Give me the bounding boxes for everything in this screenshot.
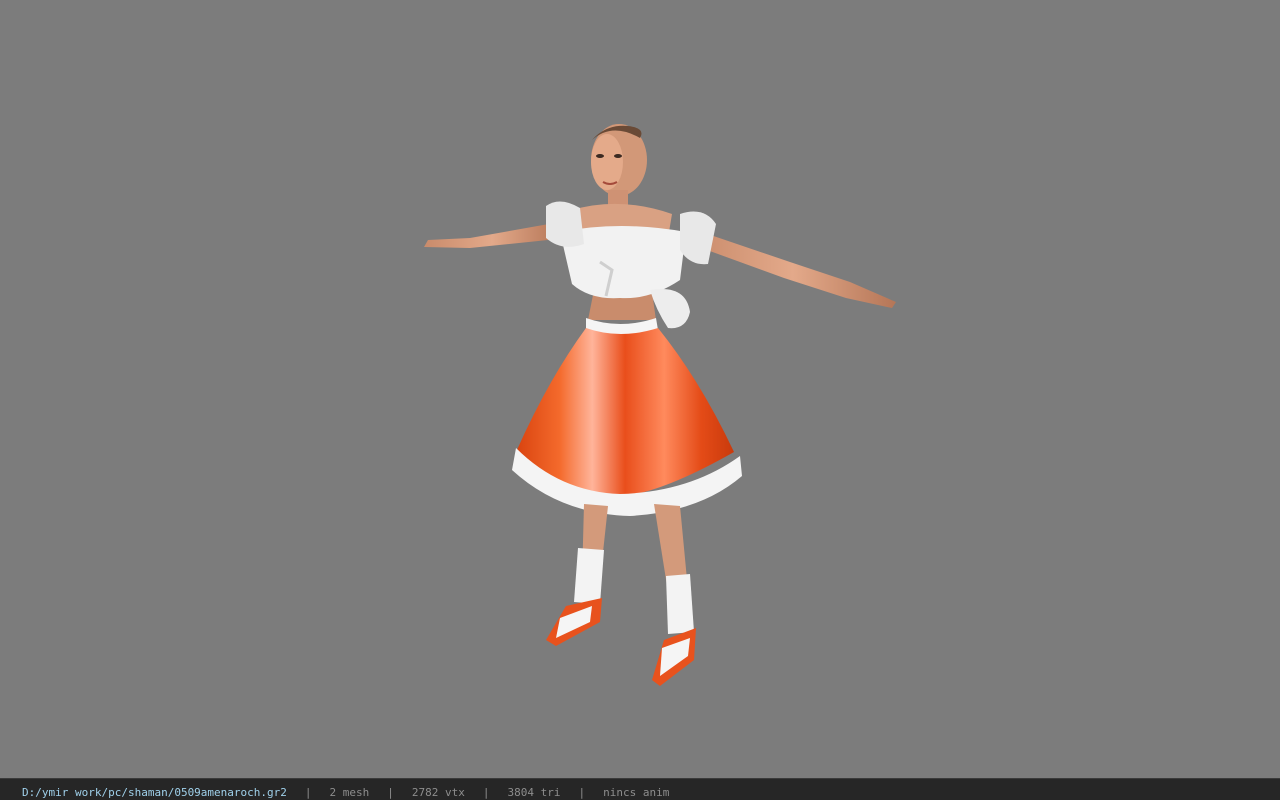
status-separator: | xyxy=(578,786,586,799)
model-head xyxy=(591,124,647,212)
status-file-path: D:/ymir work/pc/shaman/0509amenaroch.gr2 xyxy=(22,786,287,799)
status-vertex-count: 2782 vtx xyxy=(411,786,465,799)
status-anim: nincs anim xyxy=(603,786,670,799)
status-mesh-count: 2 mesh xyxy=(329,786,370,799)
status-separator: | xyxy=(482,786,490,799)
status-separator: | xyxy=(387,786,394,799)
model-skirt xyxy=(512,328,742,516)
3d-viewport[interactable] xyxy=(0,0,1280,778)
status-bar: D:/ymir work/pc/shaman/0509amenaroch.gr2… xyxy=(0,778,1280,800)
status-separator: | xyxy=(304,786,312,799)
status-triangle-count: 3804 tri xyxy=(507,786,561,799)
character-model xyxy=(424,124,896,686)
